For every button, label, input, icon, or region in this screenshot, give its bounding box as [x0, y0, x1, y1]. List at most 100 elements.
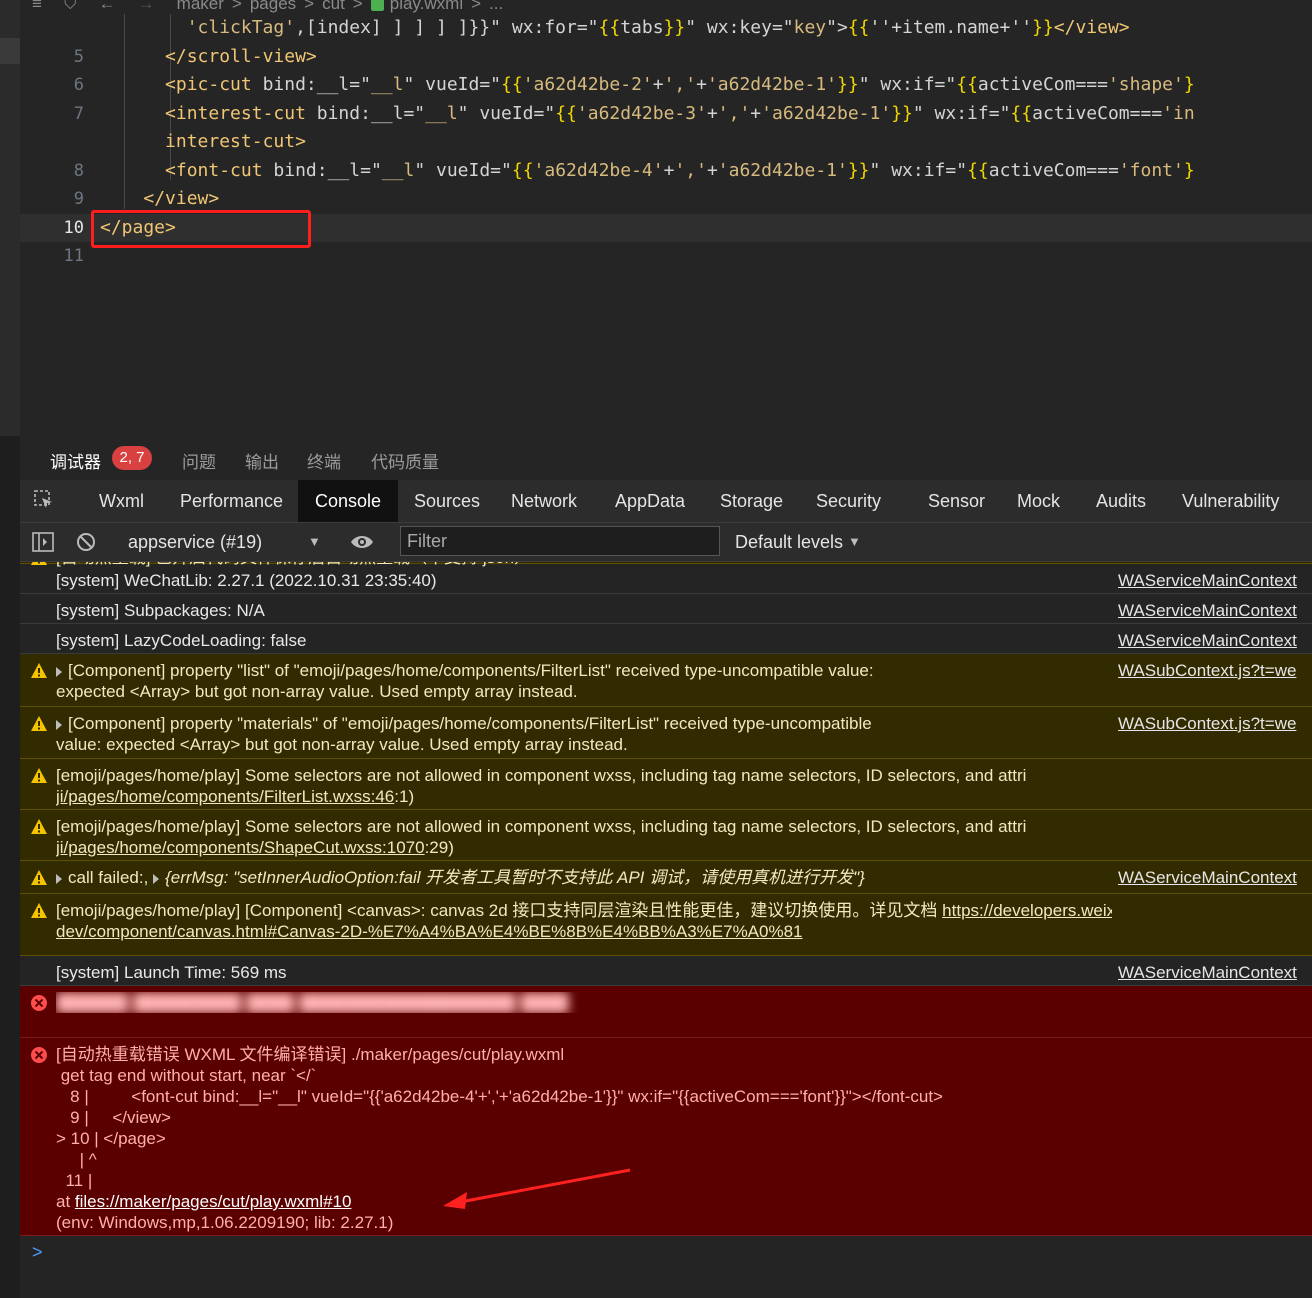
code-line[interactable]: 'clickTag',[index] ] ] ] ]}}" wx:for="{{… [20, 14, 1312, 43]
breadcrumb-item[interactable]: pages [250, 0, 296, 13]
error-icon [31, 1047, 47, 1063]
tab-terminal[interactable]: 终端 [307, 448, 341, 473]
source-link[interactable]: ji/pages/home/components/FilterList.wxss… [56, 787, 394, 806]
message-source-link[interactable]: WAServiceMainContext [1118, 630, 1312, 651]
console-message[interactable]: [emoji/pages/home/play] Some selectors a… [20, 759, 1312, 810]
tab-appdata[interactable]: AppData [598, 480, 702, 522]
console-message[interactable]: [system] WeChatLib: 2.27.1 (2022.10.31 2… [20, 564, 1312, 594]
console-message[interactable]: [system] Subpackages: N/A WAServiceMainCo… [20, 594, 1312, 624]
message-source-link[interactable]: WAServiceMainContext [1118, 962, 1312, 983]
clear-console-icon[interactable] [76, 532, 96, 552]
tab-security[interactable]: Security [799, 480, 898, 522]
console-message[interactable]: ██████ █████████ ████ ██████████████████… [20, 986, 1312, 1038]
console-message[interactable]: [Component] property "materials" of "emo… [20, 707, 1312, 759]
breadcrumb-separator: > [231, 0, 242, 13]
tab-mock[interactable]: Mock [1000, 480, 1077, 522]
tab-issues[interactable]: 问题 [182, 448, 216, 473]
context-selector[interactable]: appservice (#19) [128, 523, 262, 561]
warning-icon [31, 903, 47, 918]
line-number: 11 [63, 246, 84, 266]
expand-triangle-icon[interactable] [56, 873, 62, 884]
message-source-link[interactable]: WAServiceMainContext [1118, 600, 1312, 621]
message-text: [system] Subpackages: N/A [56, 601, 265, 620]
message-text: [system] Launch Time: 569 ms [56, 963, 287, 982]
console-prompt[interactable]: > [32, 1242, 43, 1263]
message-source-link[interactable]: WASubContext.js?t=we [1118, 660, 1312, 681]
source-link[interactable]: ji/pages/home/components/ShapeCut.wxss:1… [56, 838, 425, 857]
file-icon [370, 0, 384, 12]
line-number: 8 [73, 160, 84, 181]
breadcrumb-item[interactable]: ... [489, 0, 503, 13]
activity-marker [0, 38, 20, 64]
breadcrumb-separator: > [471, 0, 482, 13]
forward-icon[interactable]: → [138, 0, 155, 13]
devtools-tab-bar: Wxml Performance Console Sources Network AppD… [20, 480, 1312, 523]
code-line[interactable]: 6 <pic-cut bind:__l="__l" vueId="{{'a62d… [20, 71, 1312, 100]
code-line[interactable]: 5 </scroll-view> [20, 43, 1312, 72]
code-editor[interactable]: ≡ ⛉ ← → maker > pages > cut > play.wxml >... 'click… [0, 0, 1312, 436]
tab-console[interactable]: Console [298, 480, 399, 522]
env-info: (env: Windows,mp,1.06.2209190; lib: 2.27… [56, 1213, 394, 1232]
tab-storage[interactable]: Storage [703, 480, 800, 522]
tab-performance[interactable]: Performance [163, 480, 300, 522]
message-text: [system] WeChatLib: 2.27.1 (2022.10.31 2… [56, 571, 437, 590]
tab-vulnerability[interactable]: Vulnerability [1165, 480, 1296, 522]
log-levels-dropdown[interactable]: Default levels [735, 523, 843, 561]
chevron-down-icon[interactable]: ▼ [848, 523, 861, 561]
chevron-down-icon[interactable]: ▼ [308, 523, 321, 561]
message-text: [Component] property "materials" of "emo… [56, 714, 872, 754]
console-message[interactable]: [emoji/pages/home/play] Some selectors a… [20, 810, 1312, 861]
code-text: <font-cut bind:__l="__l" vueId="{{'a62d4… [165, 159, 1195, 181]
line-number: 7 [73, 103, 84, 124]
tab-debugger[interactable]: 调试器 [46, 448, 105, 485]
error-icon [31, 995, 47, 1011]
tab-network[interactable]: Network [494, 480, 594, 522]
code-text: <pic-cut bind:__l="__l" vueId="{{'a62d42… [165, 74, 1195, 95]
tab-audits[interactable]: Audits [1079, 480, 1163, 522]
back-icon[interactable]: ← [99, 0, 116, 13]
breadcrumb-item[interactable]: maker [177, 0, 224, 13]
console-message[interactable]: [emoji/pages/home/play] [Component] <can… [20, 894, 1312, 956]
code-line[interactable]: 8 <font-cut bind:__l="__l" vueId="{{'a62… [20, 157, 1312, 186]
bookmark-icon[interactable]: ⛉ [64, 0, 77, 13]
tab-sensor[interactable]: Sensor [911, 480, 1002, 522]
highlight-box [91, 210, 311, 248]
expand-triangle-icon[interactable] [153, 873, 160, 884]
sidebar-toggle-icon[interactable] [32, 532, 54, 552]
tab-wxml[interactable]: Wxml [82, 480, 161, 522]
tab-code-quality[interactable]: 代码质量 [371, 448, 439, 473]
message-source-link[interactable]: WASubContext.js?t=we [1118, 713, 1312, 734]
console-message[interactable]: [system] Launch Time: 569 ms WAServiceMai… [20, 956, 1312, 986]
expand-triangle-icon[interactable] [56, 666, 62, 677]
menu-icon[interactable]: ≡ [32, 0, 42, 13]
source-position: :29) [424, 838, 454, 857]
expand-triangle-icon[interactable] [56, 719, 62, 730]
filter-input[interactable] [400, 526, 720, 556]
tab-output[interactable]: 输出 [245, 448, 279, 473]
breadcrumb-item[interactable]: play.wxml [390, 0, 463, 13]
source-link[interactable]: dev/component/canvas.html#Canvas-2D-%E7%… [56, 922, 803, 941]
code-line[interactable]: 7 <interest-cut bind:__l="__l" vueId="{{… [20, 100, 1312, 129]
inspect-element-icon[interactable] [34, 490, 54, 510]
console-message[interactable]: [自动热重载错误 WXML 文件编译错误] ./maker/pages/cut/… [20, 1038, 1312, 1236]
code-text: <interest-cut bind:__l="__l" vueId="{{'a… [165, 102, 1195, 124]
error-object: {errMsg: "setInnerAudioOption:fail 开发者工具… [165, 868, 865, 887]
message-text: [system] LazyCodeLoading: false [56, 631, 307, 650]
eye-icon[interactable] [350, 534, 374, 550]
message-text: [Component] property "list" of "emoji/pa… [56, 661, 874, 701]
console-toolbar: appservice (#19) ▼ Default levels ▼ [20, 523, 1312, 562]
console-message[interactable]: call failed:, {errMsg: "setInnerAudioOpt… [20, 861, 1312, 894]
breadcrumb-item[interactable]: cut [322, 0, 345, 13]
message-source-link[interactable]: WAServiceMainContext [1118, 867, 1312, 888]
console-message[interactable]: [system] LazyCodeLoading: false WAService… [20, 624, 1312, 654]
code-line[interactable]: interest-cut> [20, 128, 1312, 157]
line-number: 9 [73, 189, 84, 209]
breadcrumb-separator: > [352, 0, 363, 13]
breadcrumb: ≡ ⛉ ← → maker > pages > cut > play.wxml >... [20, 0, 1312, 14]
tab-sources[interactable]: Sources [397, 480, 497, 522]
console-message[interactable]: [Component] property "list" of "emoji/pa… [20, 654, 1312, 707]
doc-link[interactable]: https://developers.weixin [942, 901, 1112, 920]
error-location-link[interactable]: files://maker/pages/cut/play.wxml#10 [75, 1192, 352, 1211]
console-output[interactable]: [自动热重载] 已开启代码文件保存后自动热重载（不支持 json）[system… [20, 562, 1312, 1298]
message-source-link[interactable]: WAServiceMainContext [1118, 570, 1312, 591]
